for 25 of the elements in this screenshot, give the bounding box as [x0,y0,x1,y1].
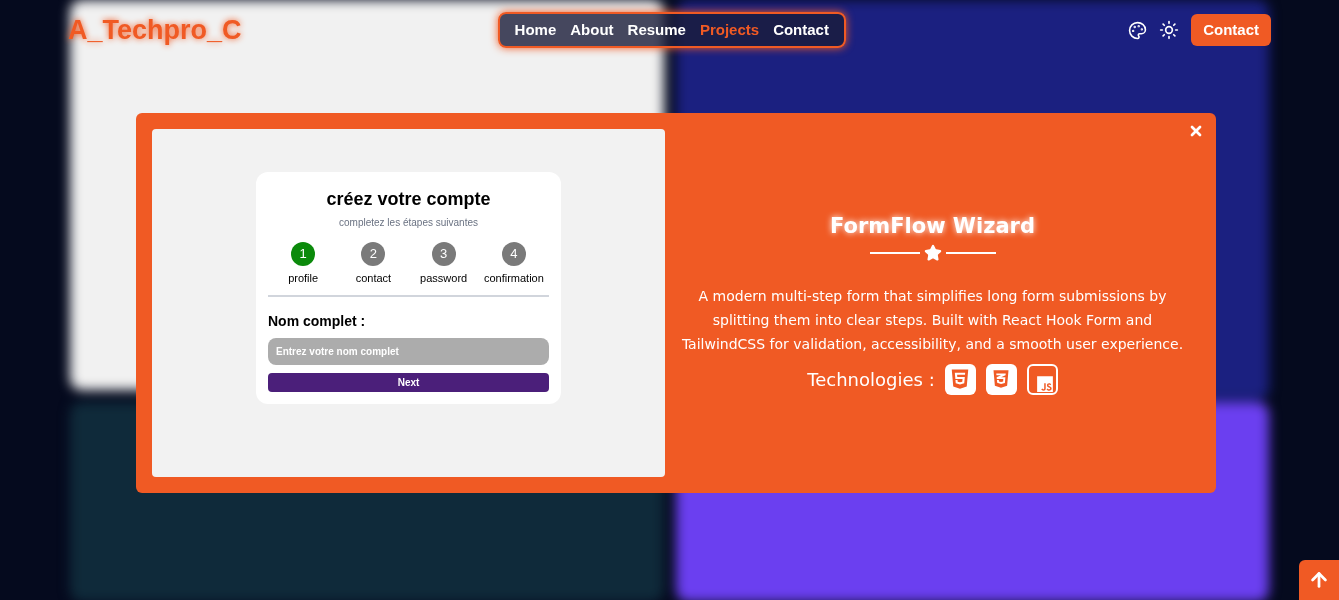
nav-link[interactable]: About [566,18,618,42]
scroll-top-button[interactable] [1299,560,1339,600]
star-icon [923,243,942,262]
technologies-label: Technologies : [807,367,935,392]
step-label: confirmation [483,271,544,286]
sun-icon[interactable] [1159,20,1180,40]
project-title: FormFlow Wizard [830,213,1035,240]
field-label: Nom complet : [268,311,366,331]
css3-icon [985,363,1017,395]
step-label: password [420,271,468,286]
next-button[interactable]: Next [268,372,549,392]
form-title: créez votre compte [326,188,491,211]
project-description: A modern multi-step form that simplifies long form submissions by splitting them into clear steps. Built with React Hook Form and TailwindCSS for validation, accessibility, and a smooth user experience. [680,286,1185,354]
step-label: contact [355,271,392,286]
nav-link[interactable]: Contact [769,18,833,42]
javascript-icon [1026,363,1058,395]
name-field[interactable]: Entrez votre nom complet [268,337,549,365]
form-subtitle: completez les étapes suivantes [339,216,478,230]
nav-link[interactable]: Resume [623,18,690,42]
close-button[interactable] [1188,123,1204,139]
nav-link[interactable]: Projects [695,18,764,42]
nav-link[interactable]: Home [510,18,561,42]
step-label: profile [288,271,319,286]
palette-icon[interactable] [1128,20,1148,40]
html5-icon [944,363,976,395]
